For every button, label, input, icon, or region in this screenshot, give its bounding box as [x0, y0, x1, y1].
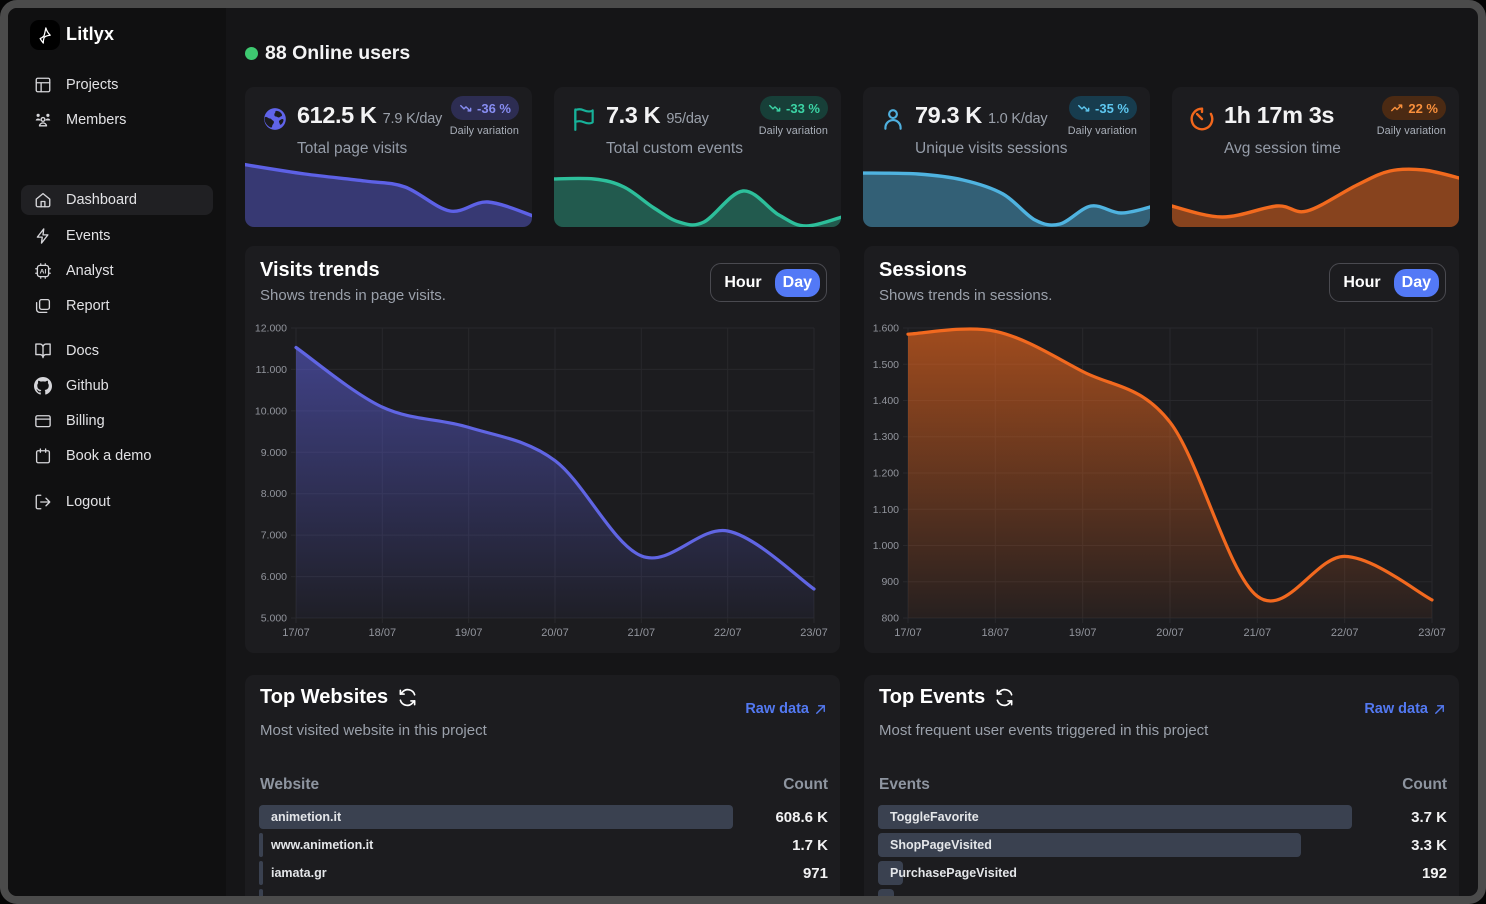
svg-text:8.000: 8.000 [261, 488, 287, 500]
svg-text:1.300: 1.300 [873, 431, 899, 443]
svg-text:AI: AI [40, 269, 47, 276]
svg-text:22/07: 22/07 [1331, 627, 1359, 639]
svg-text:6.000: 6.000 [261, 571, 287, 583]
svg-text:17/07: 17/07 [282, 627, 310, 639]
svg-text:1.400: 1.400 [873, 395, 899, 407]
svg-text:10.000: 10.000 [255, 405, 287, 417]
svg-text:18/07: 18/07 [369, 627, 397, 639]
svg-text:23/07: 23/07 [800, 627, 828, 639]
svg-text:7.000: 7.000 [261, 530, 287, 542]
svg-text:12.000: 12.000 [255, 323, 287, 335]
svg-text:23/07: 23/07 [1418, 627, 1446, 639]
svg-text:19/07: 19/07 [1069, 627, 1097, 639]
svg-text:18/07: 18/07 [982, 627, 1010, 639]
svg-text:1.600: 1.600 [873, 323, 899, 335]
svg-text:20/07: 20/07 [541, 627, 569, 639]
svg-text:1.100: 1.100 [873, 504, 899, 516]
svg-text:5.000: 5.000 [261, 613, 287, 625]
svg-text:900: 900 [881, 576, 899, 588]
svg-text:19/07: 19/07 [455, 627, 483, 639]
svg-text:20/07: 20/07 [1156, 627, 1184, 639]
svg-text:1.200: 1.200 [873, 468, 899, 480]
svg-text:17/07: 17/07 [894, 627, 922, 639]
svg-text:22/07: 22/07 [714, 627, 742, 639]
svg-text:11.000: 11.000 [256, 364, 287, 376]
svg-text:21/07: 21/07 [628, 627, 656, 639]
svg-text:1.000: 1.000 [873, 540, 899, 552]
svg-text:21/07: 21/07 [1244, 627, 1272, 639]
svg-text:1.500: 1.500 [873, 359, 899, 371]
svg-text:800: 800 [881, 613, 899, 625]
svg-text:9.000: 9.000 [261, 447, 287, 459]
